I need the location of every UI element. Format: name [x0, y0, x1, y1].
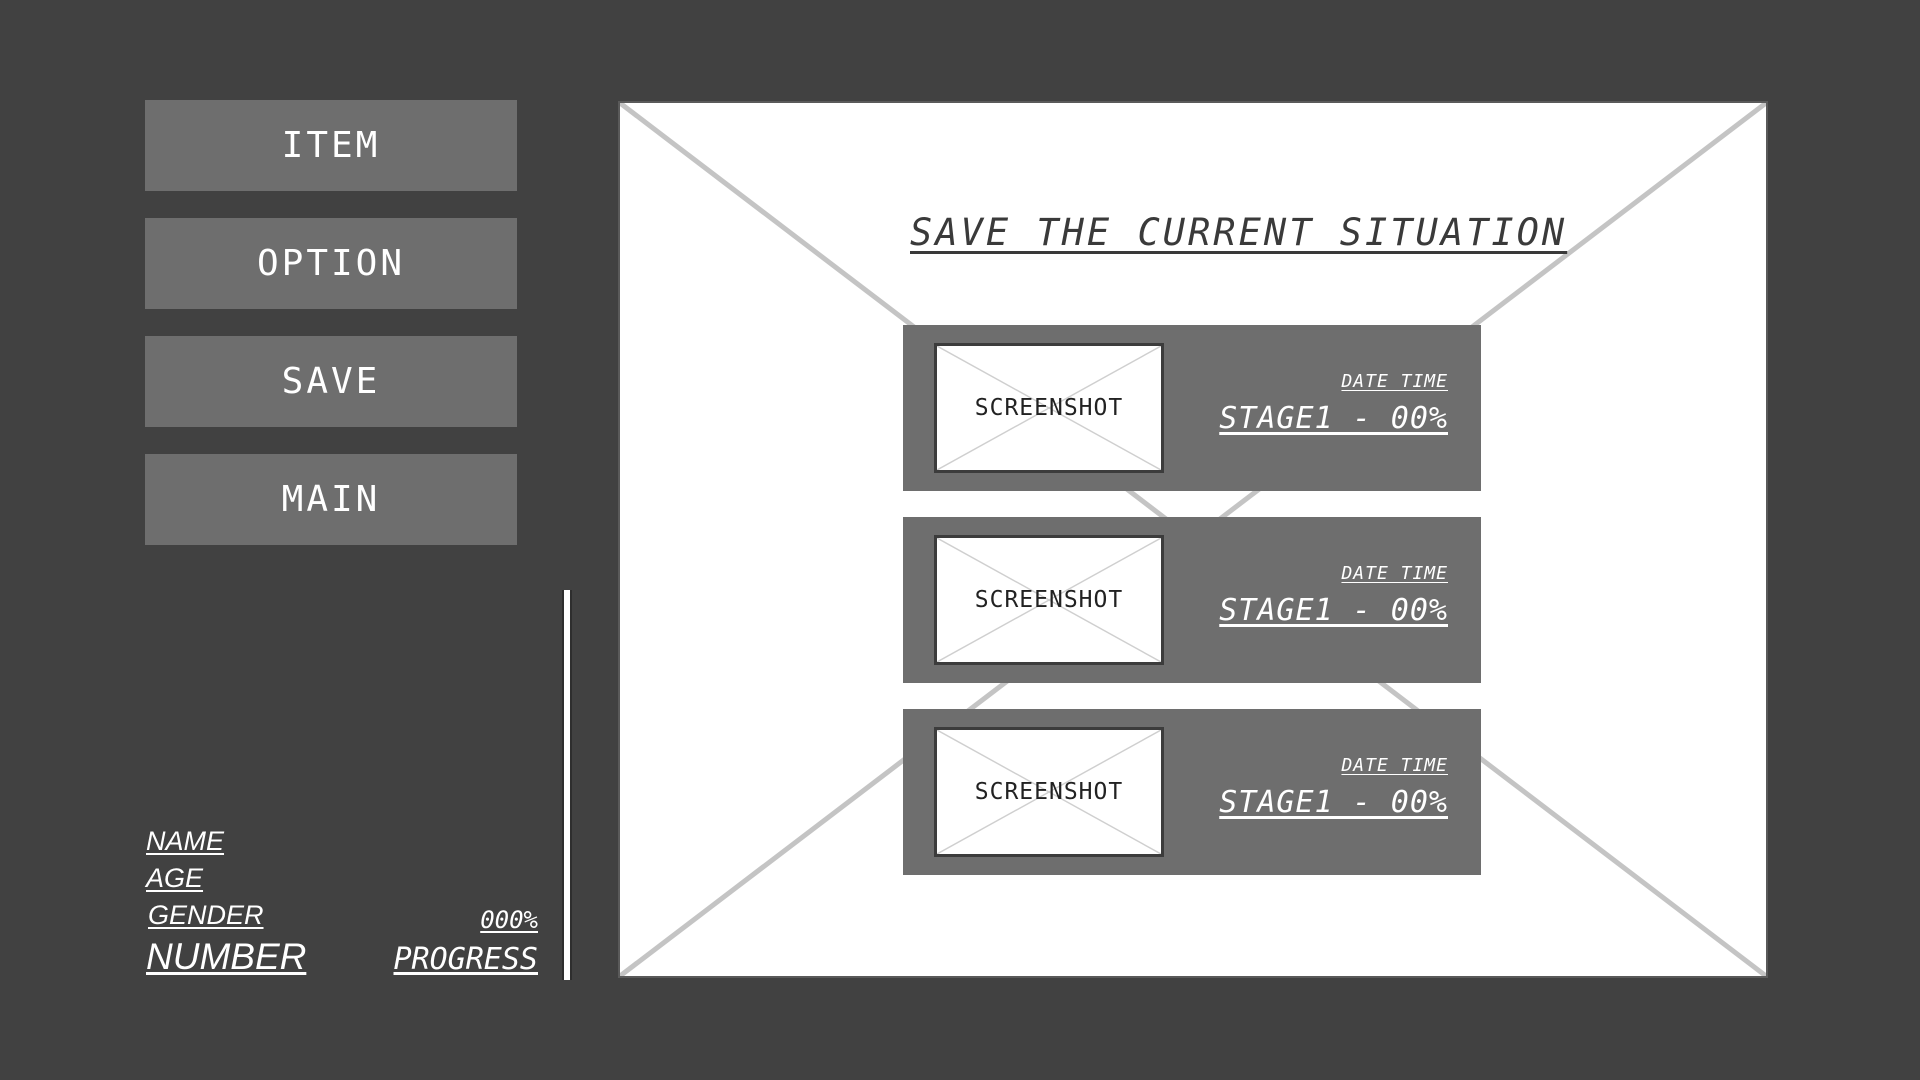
main-button[interactable]: MAIN — [145, 454, 517, 545]
player-age-label: AGE — [146, 863, 204, 893]
save-panel: SAVE THE CURRENT SITUATION SCREENSHOT DA… — [618, 101, 1768, 978]
slot-datetime: DATE TIME — [1341, 755, 1448, 776]
slot-screenshot-thumbnail: SCREENSHOT — [934, 343, 1164, 473]
item-button[interactable]: ITEM — [145, 100, 517, 191]
save-button[interactable]: SAVE — [145, 336, 517, 427]
progress-value: 000% — [480, 906, 538, 934]
vertical-progress-bar — [562, 590, 572, 980]
save-slot-2[interactable]: SCREENSHOT DATE TIME STAGE1 - 00% — [903, 517, 1481, 683]
player-number-label: NUMBER — [146, 936, 307, 977]
slot-thumbnail-label: SCREENSHOT — [974, 587, 1124, 613]
slot-thumbnail-label: SCREENSHOT — [974, 779, 1124, 805]
slot-stage-progress: STAGE1 - 00% — [1219, 785, 1448, 820]
save-slot-1[interactable]: SCREENSHOT DATE TIME STAGE1 - 00% — [903, 325, 1481, 491]
player-name-label: NAME — [146, 826, 225, 856]
slot-stage-progress: STAGE1 - 00% — [1219, 593, 1448, 628]
game-menu-screen: ITEM OPTION SAVE MAIN NAME AGE GENDER NU… — [0, 0, 1920, 1080]
slot-thumbnail-label: SCREENSHOT — [974, 395, 1124, 421]
slot-screenshot-thumbnail: SCREENSHOT — [934, 727, 1164, 857]
option-button[interactable]: OPTION — [145, 218, 517, 309]
save-panel-title: SAVE THE CURRENT SITUATION — [910, 211, 1568, 254]
slot-datetime: DATE TIME — [1341, 371, 1448, 392]
slot-screenshot-thumbnail: SCREENSHOT — [934, 535, 1164, 665]
slot-stage-progress: STAGE1 - 00% — [1219, 401, 1448, 436]
save-slot-3[interactable]: SCREENSHOT DATE TIME STAGE1 - 00% — [903, 709, 1481, 875]
progress-label: PROGRESS — [393, 942, 539, 977]
slot-datetime: DATE TIME — [1341, 563, 1448, 584]
player-gender-label: GENDER — [148, 900, 264, 930]
